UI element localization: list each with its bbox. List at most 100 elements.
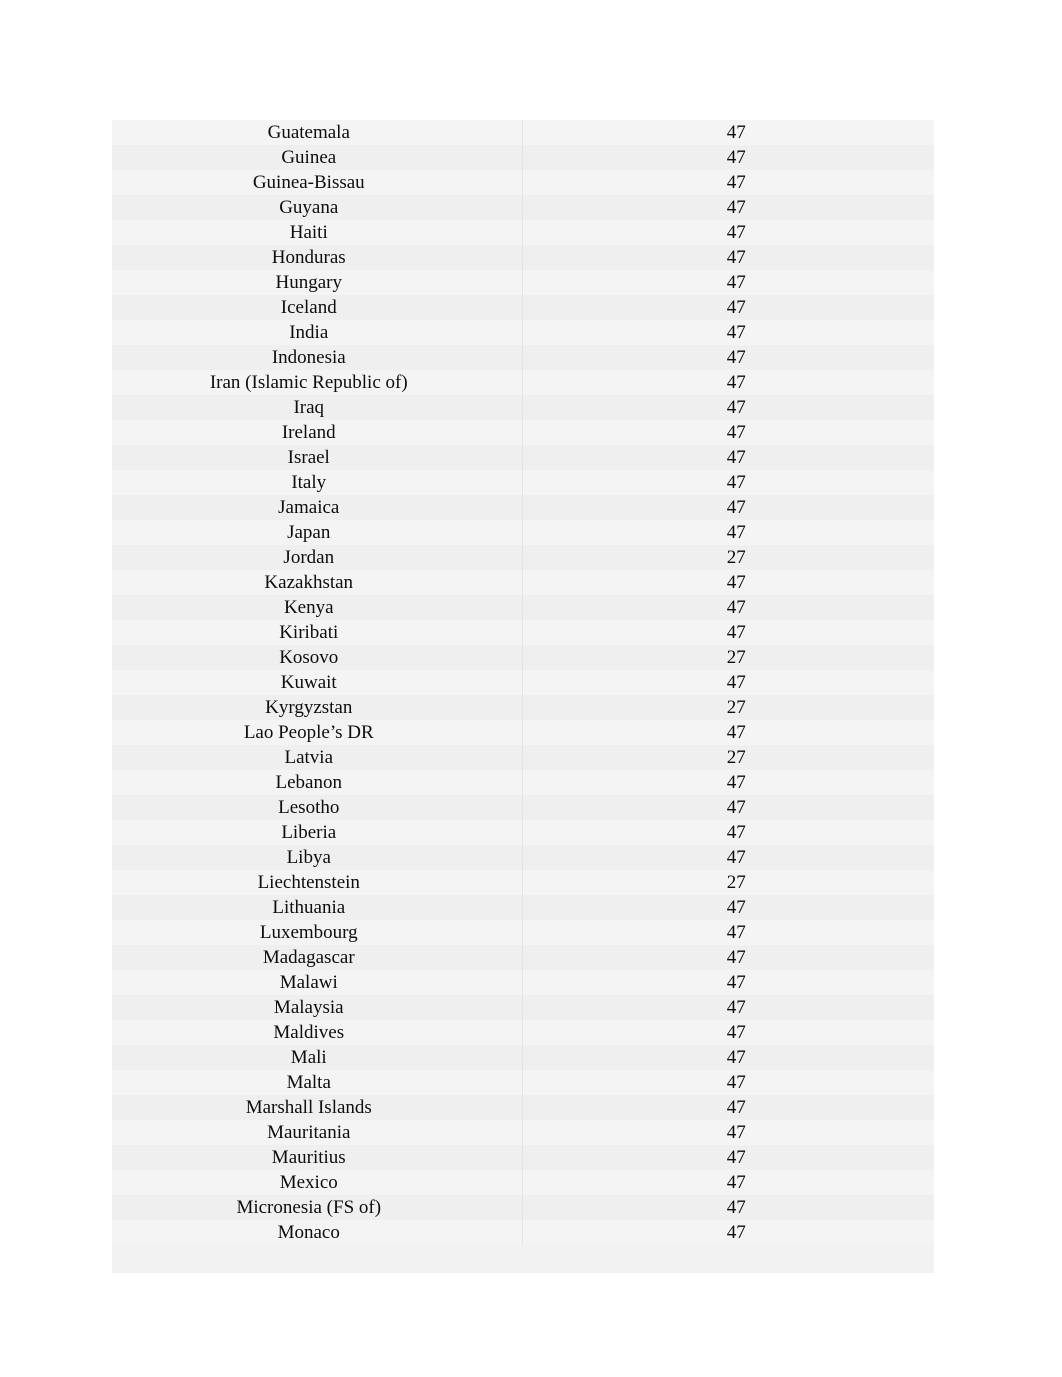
country-name-cell: Mauritius (112, 1145, 523, 1170)
country-value-cell: 27 (522, 545, 934, 570)
country-value-cell: 27 (522, 695, 934, 720)
country-value-cell: 47 (522, 1170, 934, 1195)
table-row: Honduras 47 (112, 245, 934, 270)
country-value-cell: 47 (522, 670, 934, 695)
country-name-text: Malta (286, 1072, 331, 1093)
country-name-text: Lebanon (275, 772, 342, 793)
country-name-text: Mauritania (267, 1122, 351, 1143)
country-name-text: Liberia (281, 822, 337, 843)
country-value-cell: 47 (522, 995, 934, 1020)
country-value-cell: 47 (522, 1095, 934, 1120)
country-name-text: Kyrgyzstan (265, 697, 353, 718)
country-value-cell: 27 (522, 745, 934, 770)
country-value-cell: 47 (522, 1120, 934, 1145)
country-value-cell: 47 (522, 145, 934, 170)
country-value-cell: 47 (522, 1070, 934, 1095)
country-value-text: 47 (726, 922, 746, 943)
country-name-text: Kiribati (279, 622, 339, 643)
table-row: Lithuania 47 (112, 895, 934, 920)
table-row: Micronesia (FS of) 47 (112, 1195, 934, 1220)
country-value-text: 47 (726, 972, 746, 993)
country-name-cell: Luxembourg (112, 920, 523, 945)
table-row: Ireland 47 (112, 420, 934, 445)
country-value-text: 47 (726, 172, 746, 193)
country-value-text: 47 (726, 1122, 746, 1143)
country-value-text: 47 (726, 1222, 746, 1243)
country-value-text: 47 (726, 822, 746, 843)
country-name-text: Madagascar (262, 947, 355, 968)
country-name-cell: Jordan (112, 545, 523, 570)
country-value-text: 27 (726, 697, 746, 718)
country-value-cell: 47 (522, 120, 934, 145)
country-name-text: Guyana (279, 197, 339, 218)
table-row: Guinea 47 (112, 145, 934, 170)
country-name-text: Guinea-Bissau (252, 172, 365, 193)
country-name-cell: Japan (112, 520, 523, 545)
country-value-text: 47 (726, 1072, 746, 1093)
country-value-cell: 47 (522, 920, 934, 945)
country-value-text: 47 (726, 947, 746, 968)
country-value-cell: 47 (522, 470, 934, 495)
country-value-cell: 47 (522, 945, 934, 970)
country-value-cell: 47 (522, 420, 934, 445)
country-name-text: Iran (Islamic Republic of) (209, 372, 408, 393)
table-row: Iceland 47 (112, 295, 934, 320)
country-name-text: Liechtenstein (257, 872, 360, 893)
country-value-text: 27 (726, 647, 746, 668)
table-row: Libya 47 (112, 845, 934, 870)
country-value-cell: 47 (522, 445, 934, 470)
country-name-cell: Kiribati (112, 620, 523, 645)
country-name-text: Kenya (283, 597, 334, 618)
table-row: Luxembourg 47 (112, 920, 934, 945)
country-name-text: Haiti (289, 222, 328, 243)
country-value-text: 47 (726, 1197, 746, 1218)
country-value-cell: 47 (522, 270, 934, 295)
table-row: Maldives 47 (112, 1020, 934, 1045)
country-value-text: 47 (726, 147, 746, 168)
country-value-text: 47 (726, 222, 746, 243)
country-value-text: 47 (726, 572, 746, 593)
table-row: Malaysia 47 (112, 995, 934, 1020)
country-value-text: 47 (726, 797, 746, 818)
country-name-cell: Guyana (112, 195, 523, 220)
country-name-text: Maldives (273, 1022, 345, 1043)
country-value-text: 47 (726, 1147, 746, 1168)
table-row: Iraq 47 (112, 395, 934, 420)
table-row: Guatemala 47 (112, 120, 934, 145)
country-name-text: Jordan (283, 547, 335, 568)
country-value-text: 47 (726, 422, 746, 443)
country-name-text: Mauritius (271, 1147, 346, 1168)
country-name-cell: Latvia (112, 745, 523, 770)
table-row: Jordan 27 (112, 545, 934, 570)
country-value-cell: 47 (522, 395, 934, 420)
country-value-cell: 27 (522, 645, 934, 670)
country-value-text: 47 (726, 1172, 746, 1193)
country-value-cell: 47 (522, 595, 934, 620)
country-value-cell: 47 (522, 845, 934, 870)
country-value-text: 47 (726, 722, 746, 743)
table-row: Malawi 47 (112, 970, 934, 995)
country-name-cell: Kuwait (112, 670, 523, 695)
country-value-cell: 47 (522, 720, 934, 745)
table-row: Liberia 47 (112, 820, 934, 845)
country-name-text: Kuwait (280, 672, 337, 693)
table-row: Mauritius 47 (112, 1145, 934, 1170)
country-name-cell: Italy (112, 470, 523, 495)
country-value-text: 47 (726, 1047, 746, 1068)
country-value-cell: 47 (522, 345, 934, 370)
country-name-cell: Israel (112, 445, 523, 470)
country-name-cell: Iraq (112, 395, 523, 420)
country-name-text: Israel (287, 447, 330, 468)
country-value-text: 47 (726, 497, 746, 518)
country-value-text: 47 (726, 297, 746, 318)
country-name-text: Kosovo (279, 647, 339, 668)
country-value-text: 47 (726, 272, 746, 293)
country-name-cell: Honduras (112, 245, 523, 270)
country-value-text: 47 (726, 622, 746, 643)
table-row: Kenya 47 (112, 595, 934, 620)
country-name-cell: Guinea (112, 145, 523, 170)
country-name-text: Latvia (284, 747, 334, 768)
table-row: Japan 47 (112, 520, 934, 545)
country-name-text: Malawi (279, 972, 338, 993)
table-row: Liechtenstein 27 (112, 870, 934, 895)
